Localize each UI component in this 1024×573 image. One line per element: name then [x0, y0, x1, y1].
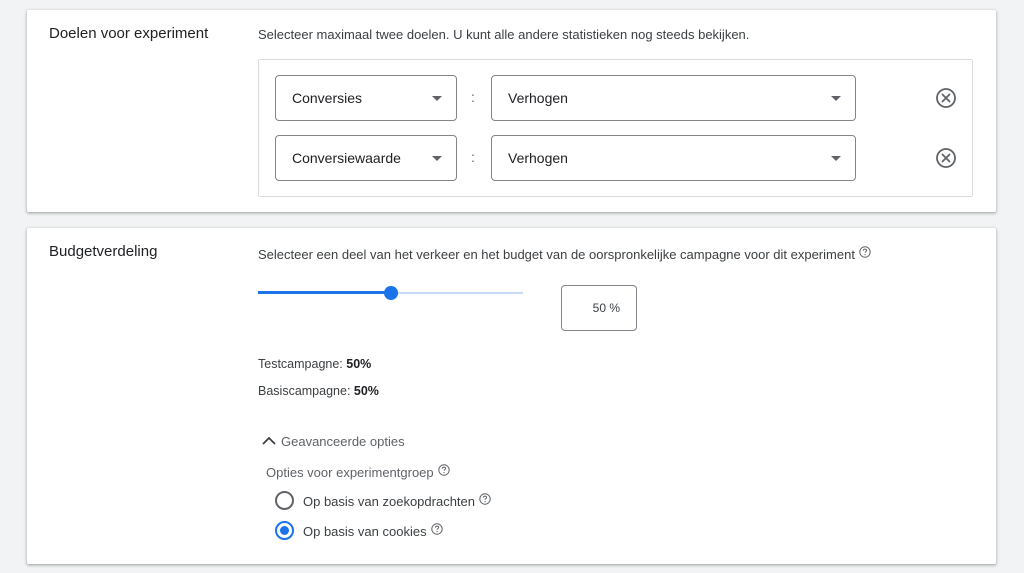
goal-metric-value: Conversies — [292, 90, 363, 106]
goal-metric-select[interactable]: Conversiewaarde — [275, 135, 457, 181]
slider-fill — [258, 291, 391, 294]
slider-thumb[interactable] — [383, 286, 398, 300]
help-icon[interactable] — [859, 246, 871, 258]
base-campaign-value: 50% — [353, 384, 379, 398]
test-campaign-value: 50% — [346, 357, 372, 371]
goal-direction-value: Verhogen — [508, 90, 568, 106]
dropdown-arrow-icon — [831, 96, 841, 101]
dropdown-arrow-icon — [432, 156, 442, 161]
experiment-group-options-row: Opties voor experimentgroep — [266, 464, 450, 480]
radio-option-label: Op basis van zoekopdrachten — [303, 494, 475, 509]
radio-option-label: Op basis van cookies — [303, 524, 427, 539]
goals-description: Selecteer maximaal twee doelen. U kunt a… — [258, 27, 750, 42]
help-icon[interactable] — [430, 523, 443, 535]
radio-option-label-row: Op basis van zoekopdrachten — [303, 493, 491, 509]
percentage-input[interactable]: 50 % — [561, 285, 637, 331]
budget-section-title: Budgetverdeling — [49, 243, 158, 260]
goal-direction-select[interactable]: Verhogen — [491, 135, 856, 181]
test-campaign-split: Testcampagne: 50% — [258, 357, 371, 371]
budget-slider[interactable] — [258, 286, 523, 300]
test-campaign-label: Testcampagne: — [258, 357, 347, 371]
remove-goal-icon[interactable] — [935, 87, 957, 109]
goal-row: Conversies : Verhogen — [259, 75, 972, 121]
budget-split-card: Budgetverdeling Selecteer een deel van h… — [27, 228, 996, 564]
experiment-goals-card: Doelen voor experiment Selecteer maximaa… — [27, 10, 996, 212]
goal-separator: : — [471, 89, 475, 105]
goal-direction-value: Verhogen — [508, 150, 568, 166]
goal-metric-select[interactable]: Conversies — [275, 75, 457, 121]
base-campaign-split: Basiscampagne: 50% — [258, 384, 379, 398]
dropdown-arrow-icon — [432, 96, 442, 101]
budget-description: Selecteer een deel van het verkeer en he… — [258, 247, 855, 262]
radio-button[interactable] — [275, 491, 294, 510]
remove-goal-icon[interactable] — [935, 147, 957, 169]
budget-description-row: Selecteer een deel van het verkeer en he… — [258, 246, 871, 262]
help-icon[interactable] — [437, 464, 450, 476]
goal-metric-value: Conversiewaarde — [292, 150, 401, 166]
experiment-group-options-label: Opties voor experimentgroep — [266, 465, 434, 480]
goal-direction-select[interactable]: Verhogen — [491, 75, 856, 121]
advanced-options-label: Geavanceerde opties — [281, 434, 405, 449]
radio-option-label-row: Op basis van cookies — [303, 523, 443, 539]
goals-list: Conversies : Verhogen Conversiewaarde : … — [258, 59, 973, 197]
advanced-options-toggle[interactable]: Geavanceerde opties — [261, 434, 405, 449]
help-icon[interactable] — [479, 493, 491, 505]
goal-separator: : — [471, 149, 475, 165]
dropdown-arrow-icon — [831, 156, 841, 161]
chevron-up-icon — [262, 436, 276, 445]
goal-row: Conversiewaarde : Verhogen — [259, 135, 972, 181]
base-campaign-label: Basiscampagne: — [258, 384, 354, 398]
goals-section-title: Doelen voor experiment — [49, 25, 209, 42]
radio-button[interactable] — [275, 521, 294, 540]
